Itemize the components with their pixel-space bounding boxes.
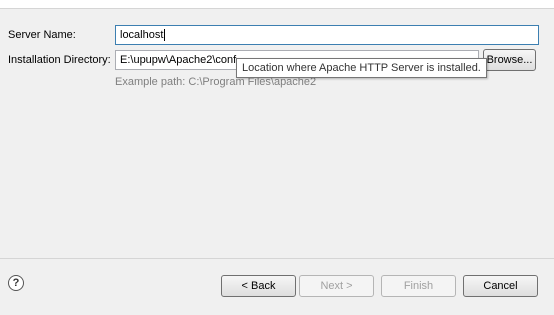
browse-button[interactable]: Browse... (483, 49, 536, 71)
server-name-value: localhost (120, 29, 166, 42)
server-name-label: Server Name: (8, 29, 76, 41)
back-button[interactable]: < Back (221, 275, 296, 297)
wizard-header-strip (0, 0, 554, 9)
installation-directory-value: E:\upupw\Apache2\conf (120, 54, 237, 66)
button-bar: ? < Back Next > Finish Cancel (0, 259, 554, 315)
cancel-button[interactable]: Cancel (463, 275, 538, 297)
text-caret (164, 29, 166, 42)
next-button[interactable]: Next > (299, 275, 374, 297)
new-server-wizard: Server Name: localhost Installation Dire… (0, 0, 554, 315)
form-area: Server Name: localhost Installation Dire… (0, 9, 554, 258)
finish-button[interactable]: Finish (381, 275, 456, 297)
server-name-field[interactable]: localhost (115, 25, 539, 45)
installation-directory-tooltip: Location where Apache HTTP Server is ins… (236, 58, 487, 78)
installation-directory-label: Installation Directory: (8, 54, 111, 66)
help-icon[interactable]: ? (8, 275, 24, 291)
